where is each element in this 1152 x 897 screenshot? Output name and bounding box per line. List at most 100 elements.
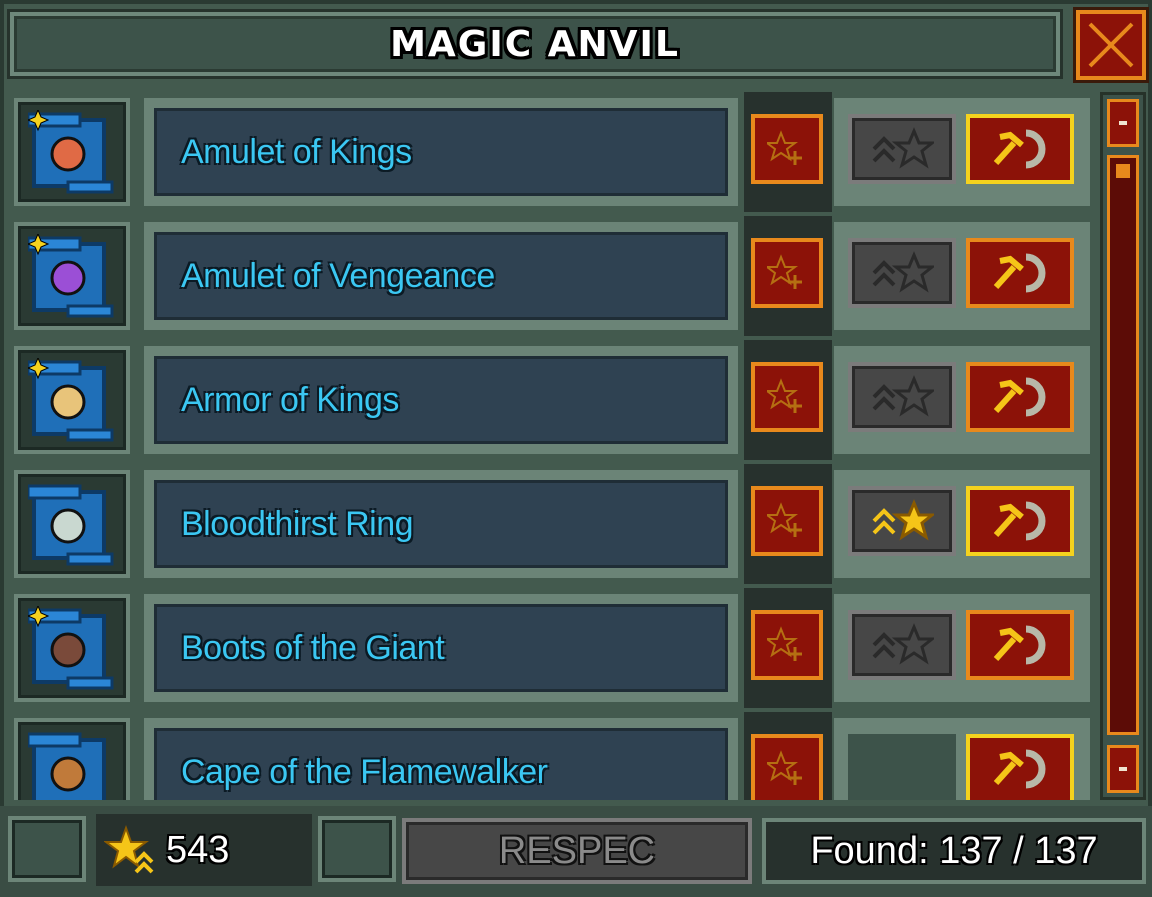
item-name-box: Bloodthirst Ring — [144, 470, 738, 578]
star-plus-icon — [767, 130, 802, 165]
found-counter: Found: 137 / 137 — [762, 818, 1146, 884]
item-row[interactable]: Boots of the Giant — [6, 588, 1092, 708]
star-plus-icon — [767, 502, 802, 537]
scroll-up-button[interactable] — [1107, 99, 1139, 147]
magic-anvil-window: MAGIC ANVIL Amulet of Kings Amulet of Ven… — [0, 0, 1152, 897]
item-icon-slot — [14, 470, 130, 578]
item-name-field: Boots of the Giant — [154, 604, 728, 692]
scroll-thumb[interactable] — [1116, 164, 1130, 178]
item-name-box: Amulet of Kings — [144, 98, 738, 206]
scrollbar[interactable] — [1100, 92, 1146, 800]
item-actions — [834, 98, 1090, 206]
hammer-icon — [993, 625, 1046, 665]
add-star-button[interactable] — [751, 362, 823, 432]
item-actions — [834, 346, 1090, 454]
stars-gold-icon — [872, 499, 934, 541]
hammer-icon — [993, 749, 1046, 789]
item-actions — [834, 470, 1090, 578]
item-name: Bloodthirst Ring — [181, 504, 414, 543]
item-name: Amulet of Vengeance — [181, 256, 495, 295]
stars-button[interactable] — [848, 114, 956, 184]
star-plus-icon — [767, 378, 802, 413]
close-button[interactable] — [1076, 10, 1146, 80]
boots-scroll-icon — [28, 606, 114, 690]
footer-slot-left — [8, 816, 86, 882]
item-name: Armor of Kings — [181, 380, 399, 419]
scroll-track[interactable] — [1107, 155, 1139, 735]
hammer-icon — [993, 377, 1046, 417]
item-list: Amulet of Kings Amulet of Vengeance Armor … — [6, 92, 1092, 800]
add-star-button[interactable] — [751, 238, 823, 308]
forge-button[interactable] — [966, 486, 1074, 556]
forge-button[interactable] — [966, 362, 1074, 432]
item-row[interactable]: Cape of the Flamewalker — [6, 712, 1092, 800]
close-x-icon — [1088, 22, 1134, 68]
arrow-up-icon — [1119, 121, 1127, 125]
item-icon-slot — [14, 98, 130, 206]
item-actions — [834, 222, 1090, 330]
item-actions — [834, 718, 1090, 800]
star-points-icon — [104, 825, 154, 874]
forge-button[interactable] — [966, 734, 1074, 800]
title-bar: MAGIC ANVIL — [10, 12, 1060, 76]
item-name: Cape of the Flamewalker — [181, 752, 548, 791]
star-plus-icon — [767, 254, 802, 289]
respec-button[interactable]: RESPEC — [402, 818, 752, 884]
footer-slot-middle — [318, 816, 396, 882]
window-title: MAGIC ANVIL — [390, 23, 680, 65]
hammer-icon — [993, 253, 1046, 293]
armor-scroll-icon — [28, 358, 114, 442]
item-name-box: Amulet of Vengeance — [144, 222, 738, 330]
item-name-field: Armor of Kings — [154, 356, 728, 444]
stars-button[interactable] — [848, 362, 956, 432]
forge-button[interactable] — [966, 114, 1074, 184]
stars-outline-icon — [872, 127, 934, 169]
item-row[interactable]: Armor of Kings — [6, 340, 1092, 460]
points-display: 543 — [96, 814, 312, 886]
item-name-field: Bloodthirst Ring — [154, 480, 728, 568]
stars-slot-empty — [848, 734, 956, 800]
found-label: Found: 137 / 137 — [810, 829, 1098, 872]
item-name-box: Cape of the Flamewalker — [144, 718, 738, 800]
stars-outline-icon — [872, 251, 934, 293]
item-icon-slot — [14, 222, 130, 330]
stars-button[interactable] — [848, 610, 956, 680]
forge-button[interactable] — [966, 610, 1074, 680]
item-row[interactable]: Bloodthirst Ring — [6, 464, 1092, 584]
star-plus-icon — [767, 750, 802, 785]
item-name-field: Cape of the Flamewalker — [154, 728, 728, 800]
points-value: 543 — [166, 828, 230, 871]
stars-outline-icon — [872, 623, 934, 665]
item-name-box: Armor of Kings — [144, 346, 738, 454]
item-row[interactable]: Amulet of Vengeance — [6, 216, 1092, 336]
respec-label: RESPEC — [498, 829, 656, 872]
item-actions — [834, 594, 1090, 702]
scroll-down-button[interactable] — [1107, 745, 1139, 793]
arrow-down-icon — [1119, 767, 1127, 771]
hammer-icon — [993, 129, 1046, 169]
add-star-button[interactable] — [751, 114, 823, 184]
add-star-button[interactable] — [751, 610, 823, 680]
amulet-scroll-icon — [28, 234, 114, 318]
add-star-button[interactable] — [751, 734, 823, 800]
amulet-scroll-icon — [28, 110, 114, 194]
item-row[interactable]: Amulet of Kings — [6, 92, 1092, 212]
item-name-field: Amulet of Vengeance — [154, 232, 728, 320]
forge-button[interactable] — [966, 238, 1074, 308]
item-name: Amulet of Kings — [181, 132, 412, 171]
add-star-button[interactable] — [751, 486, 823, 556]
item-icon-slot — [14, 594, 130, 702]
stars-outline-icon — [872, 375, 934, 417]
item-name-box: Boots of the Giant — [144, 594, 738, 702]
ring-scroll-icon — [28, 484, 114, 566]
cape-scroll-icon — [28, 732, 106, 800]
footer-bar: 543 RESPEC Found: 137 / 137 — [0, 806, 1152, 897]
stars-button[interactable] — [848, 486, 956, 556]
item-icon-slot — [14, 346, 130, 454]
item-name-field: Amulet of Kings — [154, 108, 728, 196]
item-icon-slot — [14, 718, 130, 800]
star-plus-icon — [767, 626, 802, 661]
item-name: Boots of the Giant — [181, 628, 445, 667]
stars-button[interactable] — [848, 238, 956, 308]
hammer-icon — [993, 501, 1046, 541]
